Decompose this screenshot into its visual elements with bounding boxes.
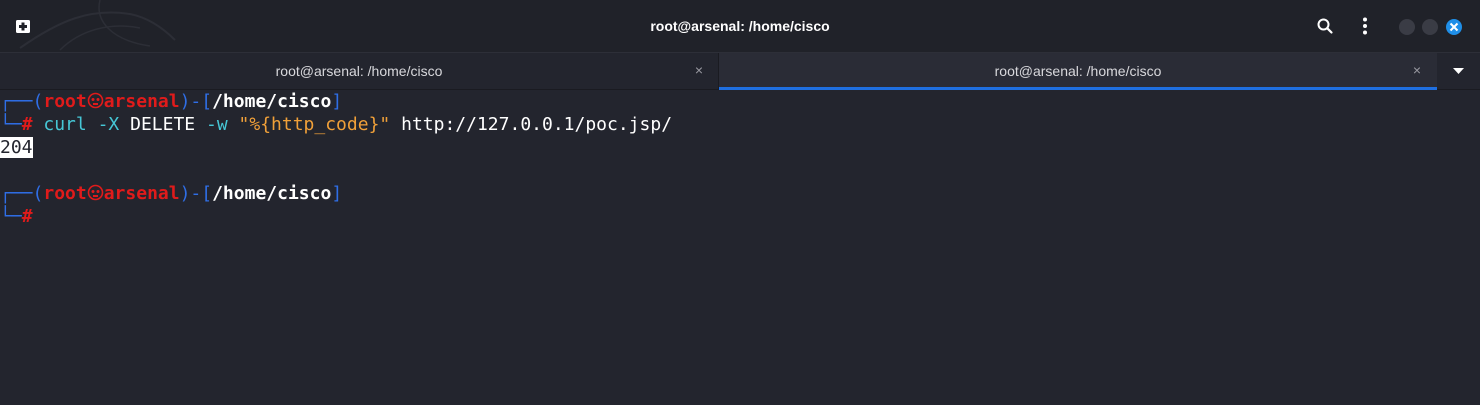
prompt-path: /home/cisco (212, 91, 332, 112)
prompt-line: ┌──(root arsenal)-[/home/cisco] (0, 90, 342, 113)
scrollbar[interactable] (1472, 90, 1480, 405)
prompt-frame: ┌──( (0, 91, 44, 112)
search-icon (1317, 18, 1333, 34)
tab-close-button[interactable]: × (1409, 62, 1425, 78)
prompt-frame: └─ (0, 206, 22, 227)
prompt-frame: )-[ (179, 91, 213, 112)
close-window-button[interactable] (1446, 19, 1462, 35)
minimize-button[interactable] (1399, 19, 1415, 35)
tab-terminal-1[interactable]: root@arsenal: /home/cisco × (0, 53, 718, 89)
skull-icon (87, 184, 104, 201)
menu-dots-icon (1363, 17, 1367, 35)
prompt-frame: )-[ (179, 183, 213, 204)
tab-close-button[interactable]: × (691, 62, 707, 78)
close-icon: × (694, 62, 704, 78)
tab-label: root@arsenal: /home/cisco (275, 63, 443, 79)
command-format-var: {http_code} (260, 114, 380, 135)
command-url: http://127.0.0.1/poc.jsp/ (401, 114, 673, 135)
prompt-host: arsenal (103, 91, 180, 112)
skull-icon (87, 92, 104, 109)
tab-bar: root@arsenal: /home/cisco × root@arsenal… (0, 52, 1480, 90)
output-line: 204 (0, 136, 33, 159)
command-flag: -w (205, 114, 228, 135)
close-icon: × (1412, 62, 1422, 78)
prompt-frame: ┌──( (0, 183, 44, 204)
prompt-user: root (43, 91, 87, 112)
search-button[interactable] (1313, 14, 1337, 38)
chevron-down-icon (1453, 68, 1464, 74)
command-flag: -X (97, 114, 120, 135)
prompt-host: arsenal (103, 183, 180, 204)
menu-button[interactable] (1353, 14, 1377, 38)
tab-terminal-2[interactable]: root@arsenal: /home/cisco × (718, 53, 1437, 90)
command-method: DELETE (130, 114, 196, 135)
close-icon (1449, 22, 1459, 32)
prompt-frame: └─ (0, 114, 22, 135)
prompt-frame: ] (331, 183, 343, 204)
tab-list-dropdown[interactable] (1437, 53, 1480, 89)
command-format-open: "% (238, 114, 261, 135)
prompt-symbol: # (21, 114, 33, 135)
window-title: root@arsenal: /home/cisco (650, 18, 830, 34)
command-program: curl (43, 114, 87, 135)
prompt-symbol: # (21, 206, 33, 227)
tab-label: root@arsenal: /home/cisco (994, 63, 1162, 79)
command-line: └─# (0, 205, 33, 228)
prompt-path: /home/cisco (212, 183, 332, 204)
command-format-close: " (379, 114, 391, 135)
maximize-button[interactable] (1422, 19, 1438, 35)
prompt-line: ┌──(root arsenal)-[/home/cisco] (0, 182, 342, 205)
command-line: └─# curl -X DELETE -w "%{http_code}" htt… (0, 113, 672, 136)
prompt-frame: ] (331, 91, 343, 112)
terminal-output[interactable]: ┌──(root arsenal)-[/home/cisco] └─# curl … (0, 90, 1472, 405)
prompt-user: root (43, 183, 87, 204)
title-bar: root@arsenal: /home/cisco (0, 0, 1480, 52)
command-output: 204 (0, 137, 33, 158)
